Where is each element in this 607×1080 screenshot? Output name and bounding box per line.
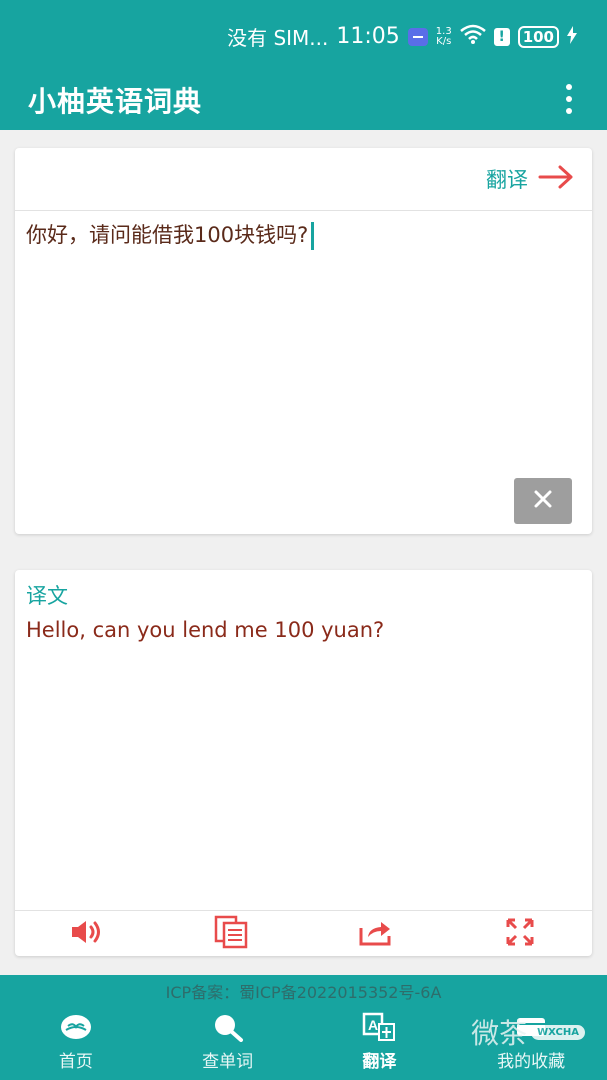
- home-book-icon: [59, 1011, 93, 1043]
- watermark-text: 微茶: [471, 1017, 528, 1050]
- app-bar: 小柚英语词典: [0, 74, 607, 130]
- input-card: 翻译 你好，请问能借我100块钱吗?: [15, 148, 592, 534]
- clear-button[interactable]: [514, 478, 572, 524]
- translate-label: 翻译: [486, 168, 528, 192]
- speed-unit: K/s: [436, 35, 452, 47]
- watermark-badge: WXCHA: [531, 1024, 585, 1040]
- output-label: 译文: [26, 584, 68, 608]
- search-word-icon: [211, 1011, 245, 1043]
- network-speed: 1.3 K/s: [436, 26, 452, 47]
- translate-icon: A: [362, 1011, 396, 1043]
- fullscreen-icon: [506, 918, 534, 950]
- more-dot: [566, 84, 572, 90]
- output-card: 译文 Hello, can you lend me 100 yuan?: [15, 570, 592, 956]
- alert-icon: !: [493, 27, 510, 46]
- icp-record: ICP备案：蜀ICP备2022015352号-6A: [165, 983, 442, 1002]
- output-action-bar: [15, 911, 592, 956]
- source-text-input[interactable]: 你好，请问能借我100块钱吗?: [26, 220, 576, 250]
- fullscreen-button[interactable]: [448, 911, 592, 956]
- share-icon: [359, 918, 393, 950]
- status-indicators: 没有 SIM... 11:05 1.3 K/s ! 100: [227, 22, 577, 51]
- input-divider: [15, 210, 592, 211]
- nav-item-home[interactable]: 首页: [0, 1011, 152, 1075]
- svg-text:A: A: [368, 1017, 378, 1033]
- battery-indicator: 100: [517, 25, 559, 48]
- copy-icon: [214, 915, 248, 953]
- close-icon: [533, 489, 553, 513]
- clock-text: 11:05: [336, 24, 400, 49]
- speaker-icon: [70, 919, 104, 949]
- nav-item-search-word[interactable]: 查单词: [152, 1011, 304, 1075]
- more-dot: [566, 108, 572, 114]
- charging-icon: [567, 25, 577, 49]
- nav-label-search-word: 查单词: [202, 1052, 254, 1072]
- watermark: 微茶 WXCHA: [471, 1012, 585, 1052]
- translated-text: Hello, can you lend me 100 yuan?: [26, 618, 385, 642]
- nav-label-home: 首页: [58, 1052, 93, 1072]
- share-button[interactable]: [304, 911, 448, 956]
- nav-item-translate[interactable]: A 翻译: [304, 1011, 456, 1075]
- status-bar: 没有 SIM... 11:05 1.3 K/s ! 100: [0, 0, 607, 74]
- text-caret: [311, 222, 315, 250]
- nav-label-translate: 翻译: [362, 1052, 397, 1072]
- more-menu-icon[interactable]: [561, 84, 577, 114]
- usb-icon: [407, 27, 428, 46]
- source-text: 你好，请问能借我100块钱吗?: [26, 223, 309, 247]
- wifi-icon: [459, 24, 486, 49]
- arrow-right-icon: [538, 165, 574, 193]
- app-title: 小柚英语词典: [28, 85, 203, 118]
- speak-button[interactable]: [15, 911, 159, 956]
- copy-button[interactable]: [159, 911, 303, 956]
- carrier-text: 没有 SIM...: [227, 26, 329, 50]
- more-dot: [566, 96, 572, 102]
- translate-button[interactable]: 翻译: [486, 164, 574, 194]
